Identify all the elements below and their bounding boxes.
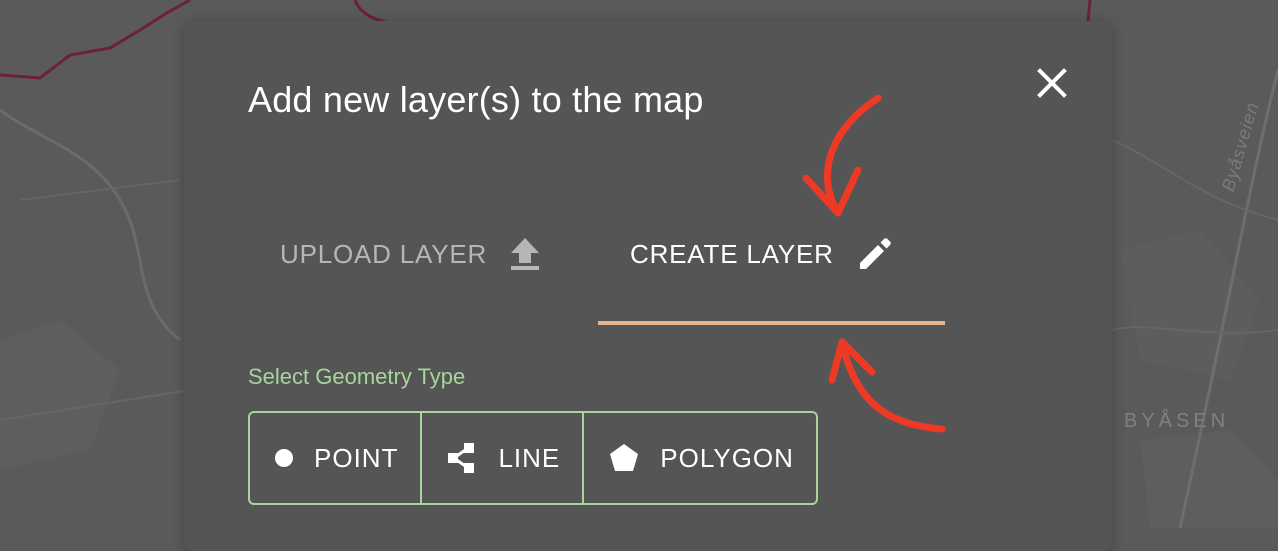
line-icon: [446, 442, 478, 474]
geometry-type-selector: POINT LINE POLYGON: [248, 411, 818, 505]
geometry-point-button[interactable]: POINT: [250, 413, 423, 503]
pencil-icon: [856, 235, 894, 273]
geometry-point-label: POINT: [314, 442, 399, 473]
geometry-type-label: Select Geometry Type: [248, 364, 466, 389]
map-area-label: BYÅSEN: [1124, 410, 1230, 432]
point-icon: [274, 448, 294, 468]
active-tab-indicator: [598, 321, 945, 325]
dialog-title: Add new layer(s) to the map: [248, 79, 704, 120]
tab-create-layer[interactable]: CREATE LAYER: [630, 217, 894, 291]
close-icon: [1037, 68, 1067, 98]
upload-icon: [509, 236, 541, 272]
tab-upload-layer[interactable]: UPLOAD LAYER: [280, 217, 541, 291]
polygon-icon: [608, 442, 640, 474]
tab-upload-label: UPLOAD LAYER: [280, 238, 488, 269]
close-button[interactable]: [1032, 63, 1072, 103]
tab-create-label: CREATE LAYER: [630, 238, 834, 269]
geometry-line-button[interactable]: LINE: [422, 413, 585, 503]
geometry-line-label: LINE: [498, 442, 561, 473]
geometry-polygon-label: POLYGON: [660, 442, 794, 473]
geometry-polygon-button[interactable]: POLYGON: [584, 413, 816, 503]
add-layer-dialog: Add new layer(s) to the map UPLOAD LAYER…: [184, 21, 1112, 551]
